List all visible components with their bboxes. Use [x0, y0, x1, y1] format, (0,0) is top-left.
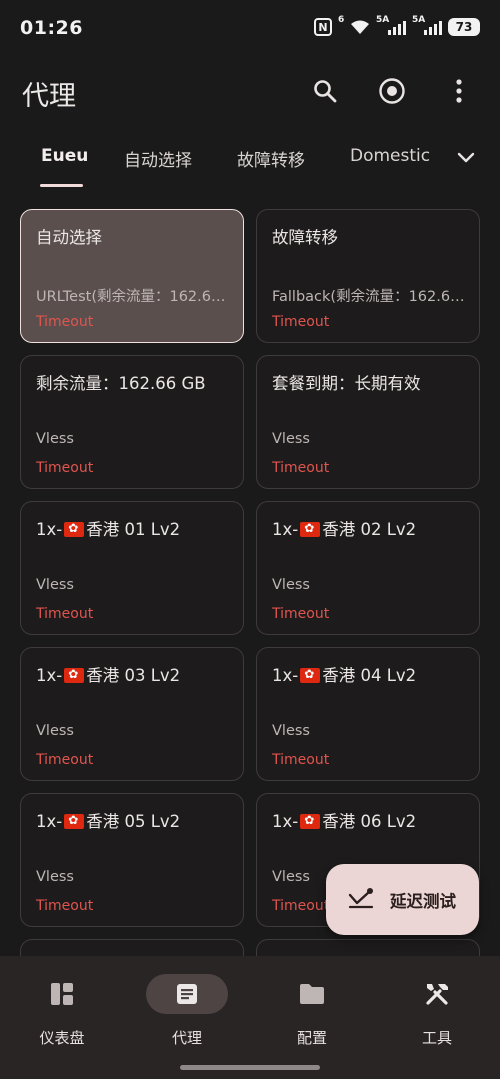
proxy-name: 1x-香港 02 Lv2	[272, 516, 467, 540]
chevron-down-icon[interactable]	[454, 146, 478, 170]
proxy-delay: Timeout	[36, 314, 94, 330]
tab-auto-select[interactable]: 自动选择	[124, 146, 192, 171]
cellular-signal-icon: 5A	[412, 15, 442, 35]
latency-test-button[interactable]: 延迟测试	[326, 864, 479, 935]
nfc-icon: N	[314, 18, 332, 36]
tab-fallback[interactable]: 故障转移	[237, 146, 305, 171]
proxy-card[interactable]: 1x-香港 03 Lv2 Vless Timeout	[20, 647, 244, 781]
proxy-card[interactable]: 故障转移 Fallback(剩余流量：162.66 GB) Timeout	[256, 209, 480, 343]
proxy-delay: Timeout	[272, 606, 330, 622]
tab-indicator	[40, 184, 83, 187]
proxy-delay: Timeout	[272, 752, 330, 768]
nav-tools[interactable]: 工具	[387, 974, 487, 1054]
proxy-type: Fallback(剩余流量：162.66 GB)	[272, 289, 467, 305]
hong-kong-flag-icon	[64, 667, 85, 683]
status-icons: N 6 5A 5A 73	[314, 15, 480, 36]
proxy-name: 1x-香港 05 Lv2	[36, 808, 231, 832]
cellular-signal-icon: 5A	[376, 15, 406, 35]
proxy-name: 自动选择	[36, 228, 102, 247]
nav-label: 仪表盘	[39, 1029, 85, 1047]
dashboard-icon	[21, 974, 103, 1014]
nav-label: 工具	[421, 1029, 452, 1047]
speed-test-icon	[348, 887, 374, 913]
proxy-type: Vless	[36, 723, 74, 739]
status-bar: 01:26 N 6 5A 5A 73	[0, 0, 500, 58]
proxy-card[interactable]: 套餐到期：长期有效 Vless Timeout	[256, 355, 480, 489]
hong-kong-flag-icon	[64, 813, 85, 829]
proxy-name: 1x-香港 01 Lv2	[36, 516, 231, 540]
proxy-card[interactable]	[256, 939, 480, 956]
proxy-grid: 自动选择 URLTest(剩余流量：162.66 GB) Timeout 故障转…	[20, 209, 480, 956]
proxy-type: URLTest(剩余流量：162.66 GB)	[36, 289, 231, 305]
proxy-type: Vless	[272, 431, 310, 447]
proxy-name: 剩余流量：162.66 GB	[36, 374, 206, 393]
group-tabs: Eueu 自动选择 故障转移 Domestic	[0, 132, 500, 190]
proxy-name: 1x-香港 03 Lv2	[36, 662, 231, 686]
proxy-delay: Timeout	[272, 898, 330, 914]
proxy-delay: Timeout	[36, 898, 94, 914]
article-icon	[146, 974, 228, 1014]
battery-icon: 73	[448, 18, 480, 36]
tools-icon	[396, 974, 478, 1014]
proxy-delay: Timeout	[272, 460, 330, 476]
more-vert-icon[interactable]	[442, 74, 476, 108]
proxy-type: Vless	[36, 869, 74, 885]
proxy-card[interactable]: 1x-香港 04 Lv2 Vless Timeout	[256, 647, 480, 781]
proxy-name: 套餐到期：长期有效	[272, 374, 421, 393]
latency-test-label: 延迟测试	[390, 891, 456, 911]
proxy-name: 1x-香港 06 Lv2	[272, 808, 467, 832]
proxy-name: 故障转移	[272, 228, 338, 247]
proxy-card[interactable]: 1x-香港 01 Lv2 Vless Timeout	[20, 501, 244, 635]
proxy-card[interactable]: 1x-香港 02 Lv2 Vless Timeout	[256, 501, 480, 635]
proxy-card[interactable]	[20, 939, 244, 956]
nav-config[interactable]: 配置	[262, 974, 362, 1054]
proxy-card[interactable]: 自动选择 URLTest(剩余流量：162.66 GB) Timeout	[20, 209, 244, 343]
hong-kong-flag-icon	[300, 521, 321, 537]
proxy-type: Vless	[272, 723, 310, 739]
tab-eueu[interactable]: Eueu	[41, 146, 88, 166]
nav-proxy[interactable]: 代理	[137, 974, 237, 1054]
status-time: 01:26	[20, 17, 83, 39]
proxy-card[interactable]: 1x-香港 05 Lv2 Vless Timeout	[20, 793, 244, 927]
proxy-type: Vless	[36, 577, 74, 593]
proxy-name: 1x-香港 04 Lv2	[272, 662, 467, 686]
home-indicator[interactable]	[180, 1065, 320, 1070]
hong-kong-flag-icon	[300, 667, 321, 683]
app-bar: 代理	[0, 58, 500, 124]
proxy-delay: Timeout	[36, 752, 94, 768]
proxy-card[interactable]: 剩余流量：162.66 GB Vless Timeout	[20, 355, 244, 489]
proxy-delay: Timeout	[36, 606, 94, 622]
proxy-delay: Timeout	[36, 460, 94, 476]
search-icon[interactable]	[308, 74, 342, 108]
nav-label: 配置	[296, 1029, 327, 1047]
record-icon[interactable]	[375, 74, 409, 108]
folder-icon	[271, 974, 353, 1014]
page-title: 代理	[22, 81, 76, 112]
proxy-type: Vless	[272, 577, 310, 593]
tab-domestic[interactable]: Domestic	[350, 146, 430, 166]
proxy-delay: Timeout	[272, 314, 330, 330]
hong-kong-flag-icon	[300, 813, 321, 829]
proxy-type: Vless	[36, 431, 74, 447]
bottom-navigation: 仪表盘 代理 配置 工具	[0, 956, 500, 1079]
hong-kong-flag-icon	[64, 521, 85, 537]
wifi-icon: 6	[338, 15, 370, 35]
nav-label: 代理	[171, 1029, 202, 1047]
nav-dashboard[interactable]: 仪表盘	[12, 974, 112, 1054]
